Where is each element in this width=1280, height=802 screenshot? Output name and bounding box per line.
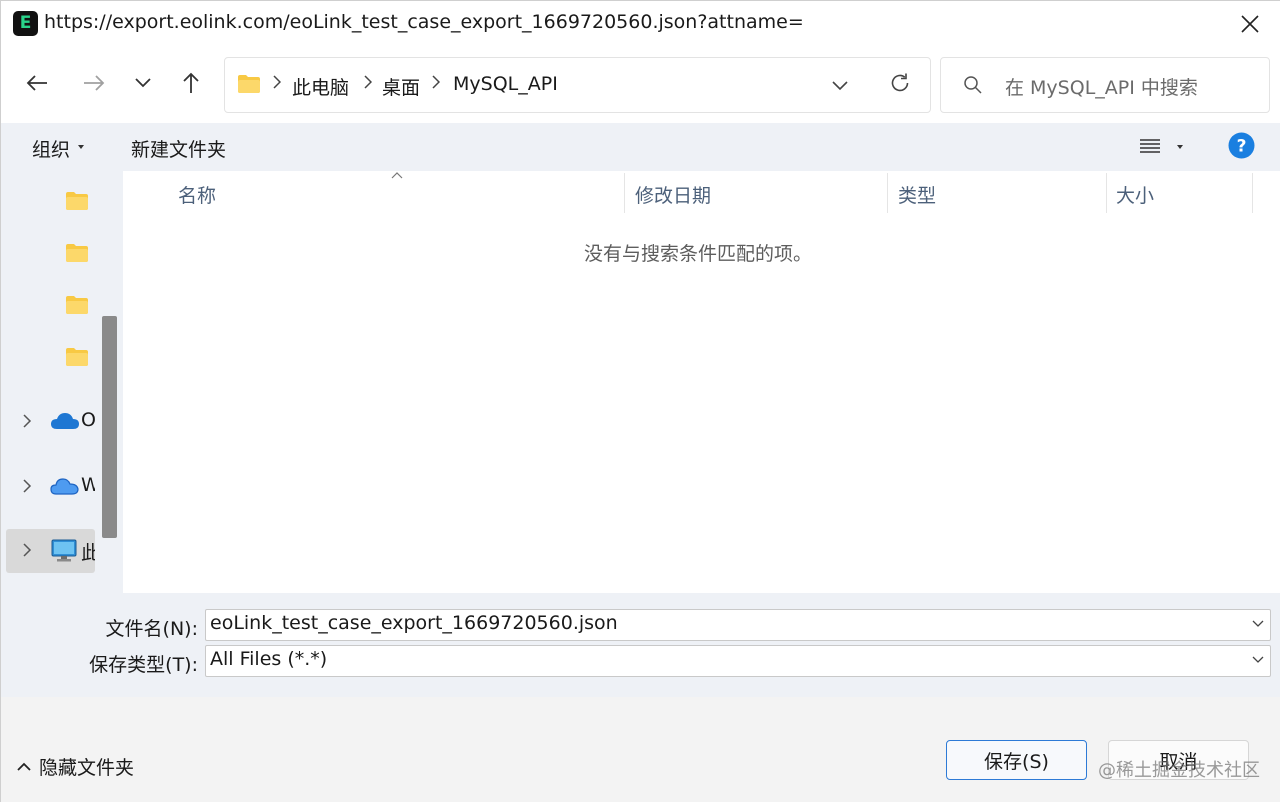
sidebar-item-folder[interactable]: [1, 283, 97, 327]
caret-down-icon[interactable]: [1177, 145, 1183, 149]
save-form: 文件名(N): eoLink_test_case_export_16697205…: [1, 593, 1280, 697]
command-bar: 组织 新建文件夹: [1, 123, 1280, 171]
arrow-left-icon: [26, 75, 47, 91]
folder-icon: [66, 296, 88, 314]
sidebar-item-label: 此: [81, 542, 95, 564]
title-bar: E https://export.eolink.com/eoLink_test_…: [1, 1, 1280, 47]
hide-folders-label: 隐藏文件夹: [39, 757, 135, 779]
address-bar[interactable]: 此电脑 桌面 MySQL_API: [224, 57, 931, 113]
breadcrumb-mysql-api[interactable]: MySQL_API: [453, 73, 558, 95]
column-header-size[interactable]: 大小: [1116, 181, 1154, 208]
window-title: https://export.eolink.com/eoLink_test_ca…: [44, 11, 804, 33]
watermark: @稀土掘金技术社区: [1098, 760, 1260, 781]
arrow-up-icon: [183, 72, 199, 93]
filetype-select[interactable]: All Files (*.*): [205, 645, 1271, 677]
chevron-right-icon: [23, 414, 32, 428]
eolink-app-icon: E: [13, 11, 38, 36]
sidebar-item-onedrive[interactable]: O: [1, 400, 97, 444]
column-header-type[interactable]: 类型: [898, 181, 936, 208]
arrow-right-icon: [84, 75, 105, 91]
svg-text:?: ?: [1237, 137, 1247, 157]
column-divider[interactable]: [887, 173, 888, 213]
sidebar-item-label: O: [81, 409, 95, 431]
filetype-label: 保存类型(T):: [89, 654, 198, 676]
breadcrumb-this-pc[interactable]: 此电脑: [292, 73, 349, 100]
sidebar-item-folder[interactable]: [1, 231, 97, 275]
chevron-right-icon: [23, 543, 32, 557]
sidebar-item-folder[interactable]: [1, 335, 97, 379]
sidebar-item-folder[interactable]: [1, 179, 97, 223]
folder-icon: [66, 192, 88, 210]
chevron-right-icon: [364, 75, 372, 89]
navigation-row: 此电脑 桌面 MySQL_API 在 MySQL_API 中搜索: [1, 47, 1280, 123]
chevron-right-icon: [273, 75, 281, 89]
sidebar-item-cloud[interactable]: W: [1, 465, 97, 509]
help-icon[interactable]: ?: [1228, 132, 1255, 159]
chevron-down-icon: [135, 78, 151, 88]
computer-icon: [51, 539, 77, 562]
column-divider[interactable]: [1106, 173, 1107, 213]
recent-locations-button[interactable]: [127, 67, 159, 99]
folder-icon: [66, 244, 88, 262]
save-dialog: E https://export.eolink.com/eoLink_test_…: [0, 0, 1280, 802]
filename-label: 文件名(N):: [105, 618, 198, 640]
list-view-icon[interactable]: [1139, 136, 1161, 156]
search-icon: [964, 76, 982, 94]
cloud-icon: [50, 478, 79, 495]
file-list: 名称 修改日期 类型 大小 没有与搜索条件匹配的项。: [123, 171, 1280, 593]
new-folder-button[interactable]: 新建文件夹: [131, 135, 226, 162]
organize-button[interactable]: 组织: [32, 135, 70, 162]
filename-field[interactable]: eoLink_test_case_export_1669720560.json: [205, 609, 1271, 641]
chevron-right-icon: [23, 479, 32, 493]
sidebar-item-label: W: [81, 474, 95, 496]
up-button[interactable]: [175, 67, 207, 99]
chevron-down-icon: [832, 81, 848, 91]
folder-icon: [238, 75, 260, 93]
caret-up-icon: [17, 762, 31, 771]
close-icon: [1241, 15, 1259, 33]
forward-button[interactable]: [78, 67, 110, 99]
onedrive-icon: [51, 413, 79, 429]
filename-value[interactable]: eoLink_test_case_export_1669720560.json: [210, 612, 618, 634]
column-divider[interactable]: [1252, 173, 1253, 213]
filetype-value: All Files (*.*): [210, 648, 328, 670]
caret-down-icon: [78, 145, 84, 149]
column-header-name[interactable]: 名称: [178, 181, 216, 208]
column-divider[interactable]: [624, 173, 625, 213]
chevron-right-icon: [432, 75, 440, 89]
column-header-modified[interactable]: 修改日期: [635, 181, 711, 208]
folder-icon: [66, 348, 88, 366]
refresh-icon: [891, 73, 909, 92]
chevron-down-icon: [1252, 656, 1264, 663]
scrollbar-thumb[interactable]: [102, 316, 117, 538]
breadcrumb-desktop[interactable]: 桌面: [382, 73, 420, 100]
sidebar-item-this-pc[interactable]: 此: [6, 529, 95, 573]
sort-ascending-icon: [391, 172, 403, 179]
search-input[interactable]: 在 MySQL_API 中搜索: [940, 57, 1270, 113]
save-button[interactable]: 保存(S): [946, 740, 1087, 780]
back-button[interactable]: [21, 67, 53, 99]
chevron-down-icon: [1252, 620, 1264, 627]
empty-message: 没有与搜索条件匹配的项。: [583, 243, 812, 265]
hide-folders-toggle[interactable]: 隐藏文件夹: [17, 753, 134, 780]
dialog-footer: 隐藏文件夹 保存(S) 取消 @稀土掘金技术社区: [1, 697, 1280, 802]
search-placeholder: 在 MySQL_API 中搜索: [1005, 77, 1198, 99]
close-button[interactable]: [1237, 11, 1263, 37]
